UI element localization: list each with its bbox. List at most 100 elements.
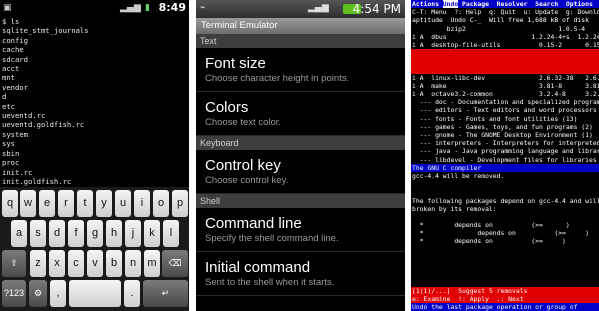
symbols-key[interactable]: ?123 [2, 280, 26, 307]
menu-undo[interactable]: Undo [442, 0, 459, 8]
key-k[interactable]: k [144, 220, 160, 247]
terminal-keyboard-screenshot: ▣ ▂▄▆ ▮ 8:49 $ ls sqlite_stmt_journals con… [0, 0, 189, 311]
aptitude-line: Undo the last package operation or group… [411, 302, 599, 311]
status-time: 8:49 [158, 1, 186, 14]
aptitude-line [411, 188, 599, 196]
setting-font-size[interactable]: Font size Choose character height in poi… [196, 48, 405, 92]
key-a[interactable]: a [11, 220, 27, 247]
aptitude-line: --- fonts - Fonts and font utilities (13… [412, 114, 578, 123]
aptitude-line: * depends on (>= ) [412, 237, 566, 246]
key-y[interactable]: y [96, 190, 112, 217]
app-title: Terminal Emulator [196, 18, 405, 34]
key-x[interactable]: x [49, 250, 65, 277]
key-f[interactable]: f [68, 220, 84, 247]
aptitude-line: [1(1)/...] Suggest 5 removals [411, 286, 599, 295]
terminal-output[interactable]: $ ls sqlite_stmt_journals config cache sdcar… [0, 16, 189, 186]
terminal-line: etc [2, 101, 15, 111]
section-header-keyboard: Keyboard [196, 136, 405, 150]
aptitude-line: bzip2 1.0.5-4 [412, 24, 597, 33]
aptitude-menu-bar[interactable]: Actions Undo Package Resolver Search Opt… [411, 0, 599, 9]
key-c[interactable]: c [68, 250, 84, 277]
terminal-line: init.goldfish.rc [2, 176, 72, 186]
key-g[interactable]: g [87, 220, 103, 247]
section-header-text: Text [196, 34, 405, 48]
enter-key[interactable]: ↵ [143, 280, 188, 307]
setting-summary: Sent to the shell when it starts. [205, 277, 335, 288]
aptitude-line [411, 65, 599, 74]
menu-rest[interactable]: Package Resolver Search Options [458, 0, 593, 8]
section-header-shell: Shell [196, 194, 405, 208]
terminal-line: d [2, 92, 7, 102]
key-d[interactable]: d [49, 220, 65, 247]
key-u[interactable]: u [115, 190, 131, 217]
aptitude-line: The GNU C compiler [411, 163, 599, 172]
setting-initial-command[interactable]: Initial command Sent to the shell when i… [196, 252, 405, 296]
key-b[interactable]: b [106, 250, 122, 277]
signal-icon: ▂▄▆ [308, 3, 329, 13]
aptitude-line [411, 262, 599, 270]
aptitude-line: i A desktop-file-utils 0.15-2 0.15-2 [412, 40, 599, 49]
setting-command-line[interactable]: Command line Specify the shell command l… [196, 208, 405, 252]
key-i[interactable]: i [134, 190, 150, 217]
menu-actions[interactable]: Actions [412, 0, 443, 8]
usb-icon: ⌁ [200, 3, 206, 13]
backspace-key[interactable]: ⌫ [162, 250, 188, 277]
aptitude-line: i A dbus 1.2.24-4+s 1.2.24-4+ [412, 32, 599, 41]
soft-keyboard: q w e r t y u i o p a s d f g h j k l ⇧ … [0, 187, 189, 311]
key-p[interactable]: p [172, 190, 188, 217]
aptitude-line: The following packages depend on gcc-4.4… [412, 196, 599, 205]
aptitude-line [411, 49, 599, 58]
key-comma[interactable]: , [50, 280, 66, 307]
key-period[interactable]: . [124, 280, 140, 307]
key-n[interactable]: n [125, 250, 141, 277]
aptitude-content[interactable]: C-T: Menu ?: Help q: Quit u: Update g: D… [411, 8, 599, 311]
setting-summary: Choose text color. [205, 117, 282, 128]
aptitude-line: * depends on (>= ) [412, 221, 570, 230]
key-z[interactable]: z [30, 250, 46, 277]
setting-summary: Choose control key. [205, 175, 289, 186]
aptitude-line: i A octave3.2-common 3.2.4-8 3.2.4-8 [412, 90, 599, 99]
aptitude-line [411, 270, 599, 278]
setting-title: Command line [205, 215, 302, 232]
settings-key[interactable]: ⚙ [29, 280, 47, 307]
key-r[interactable]: r [58, 190, 74, 217]
battery-icon: ▮ [145, 3, 150, 13]
setting-colors[interactable]: Colors Choose text color. [196, 92, 405, 136]
key-v[interactable]: v [87, 250, 103, 277]
space-key[interactable] [69, 280, 121, 307]
key-e[interactable]: e [39, 190, 55, 217]
aptitude-line [411, 57, 599, 66]
aptitude-line: --- games - Games, toys, and fun program… [412, 122, 593, 131]
terminal-line: sys [2, 139, 15, 149]
aptitude-line: gcc-4.4 will be removed. [412, 171, 505, 180]
shift-key[interactable]: ⇧ [2, 250, 26, 277]
key-o[interactable]: o [153, 190, 169, 217]
aptitude-line: broken by its removal: [412, 204, 497, 213]
aptitude-line: --- interpreters - Interpreters for inte… [412, 139, 599, 148]
aptitude-line: aptitude Undo C-_ Will free 1,688 kB of … [412, 16, 589, 25]
terminal-line: sqlite_stmt_journals [2, 26, 89, 36]
key-s[interactable]: s [30, 220, 46, 247]
terminal-line: sdcard [2, 54, 28, 64]
signal-icon: ▂▄▆ [120, 3, 141, 13]
key-t[interactable]: t [77, 190, 93, 217]
key-j[interactable]: j [125, 220, 141, 247]
setting-summary: Choose character height in points. [205, 73, 350, 84]
aptitude-line [411, 246, 599, 254]
key-w[interactable]: w [20, 190, 36, 217]
setting-control-key[interactable]: Control key Choose control key. [196, 150, 405, 194]
terminal-line: system [2, 129, 28, 139]
aptitude-line: --- libdevel - Development files for lib… [412, 155, 599, 164]
key-h[interactable]: h [106, 220, 122, 247]
aptitude-line: --- editors - Text editors and word proc… [412, 106, 599, 115]
status-bar: ▣ ▂▄▆ ▮ 8:49 [0, 0, 189, 16]
terminal-settings-screenshot: ⌁ ▂▄▆ 4:54 PM Terminal Emulator Text Fon… [196, 0, 405, 311]
key-q[interactable]: q [2, 190, 18, 217]
key-m[interactable]: m [144, 250, 160, 277]
key-l[interactable]: l [163, 220, 179, 247]
aptitude-line: --- java - Java programming language and… [412, 147, 599, 156]
terminal-line: config [2, 35, 28, 45]
notification-icon: ▣ [3, 3, 12, 13]
aptitude-line: i A linux-libc-dev 2.6.32-38 2.6.32-38 [412, 73, 599, 82]
aptitude-screenshot: Actions Undo Package Resolver Search Opt… [411, 0, 599, 311]
